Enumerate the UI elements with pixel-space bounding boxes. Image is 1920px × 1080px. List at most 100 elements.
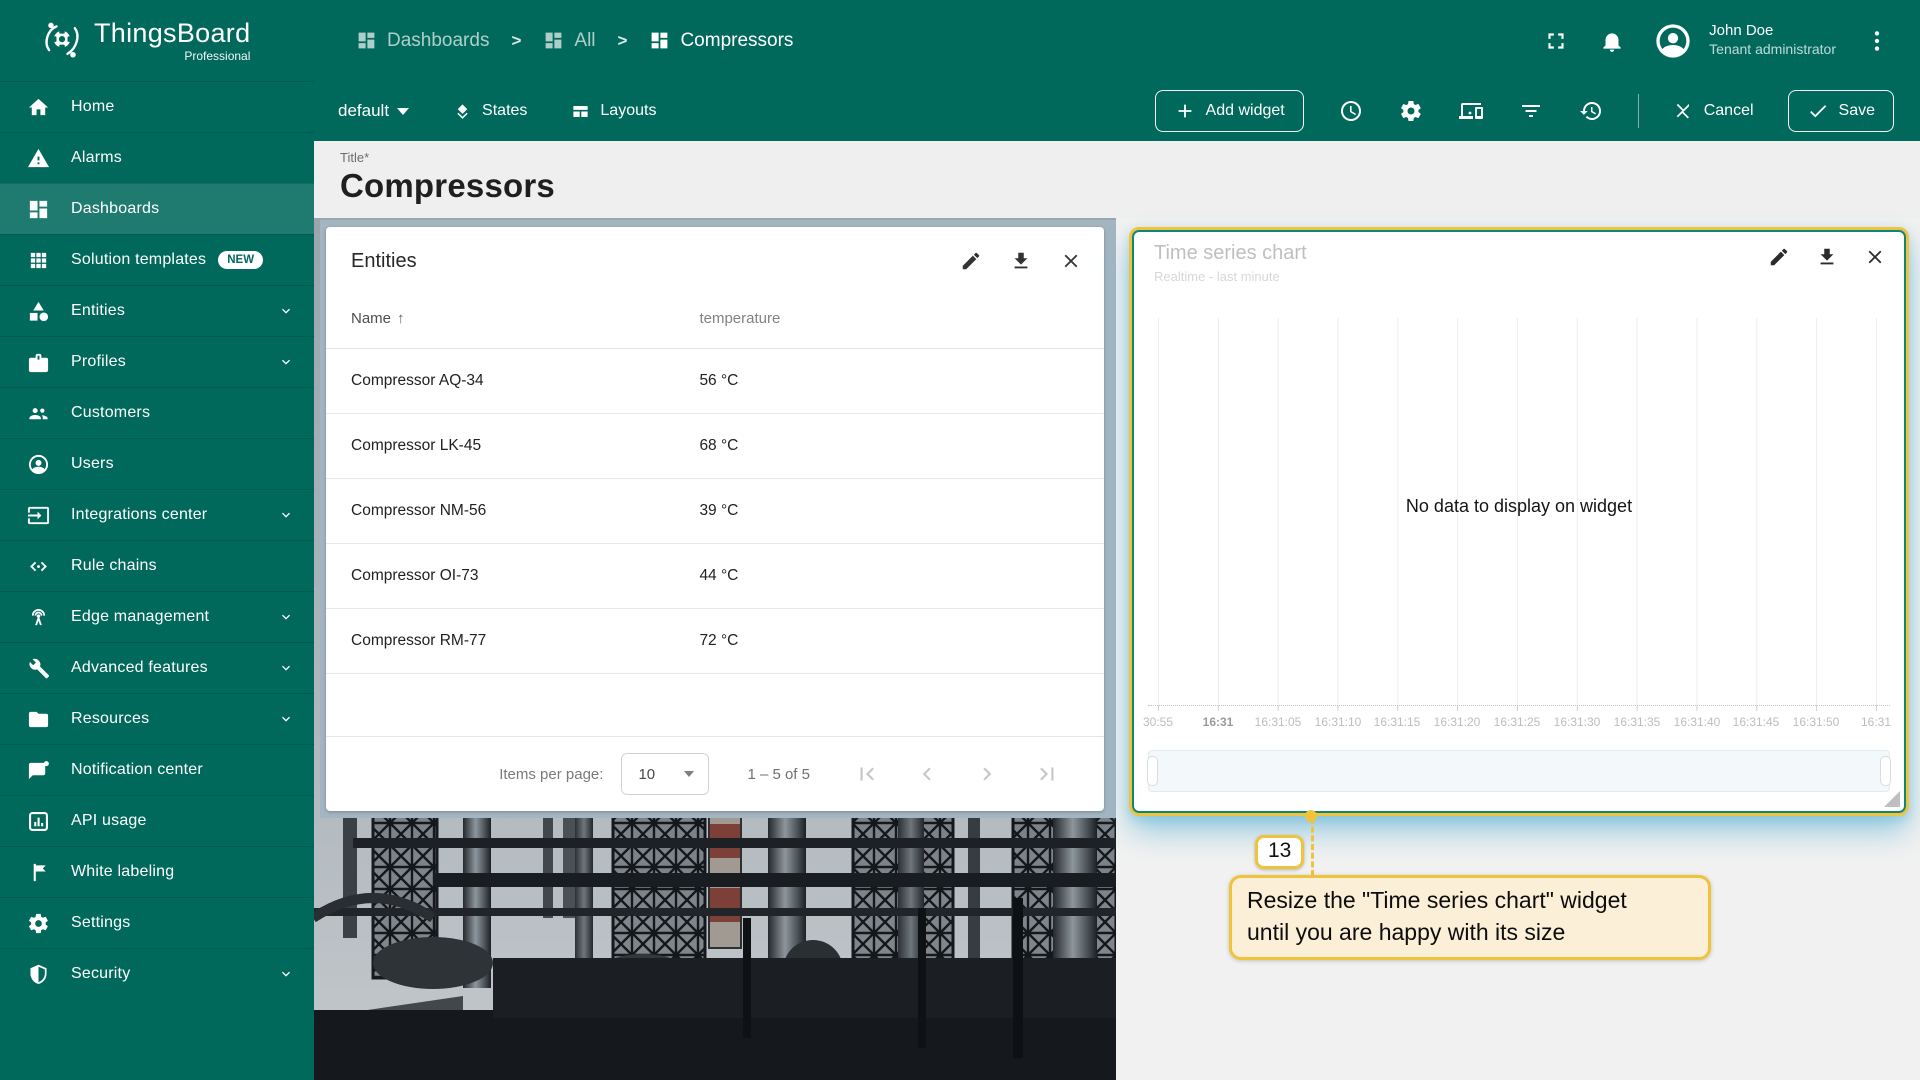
sort-ascending-icon[interactable]: ↑ [397, 310, 405, 327]
paginator-range-label: 1 – 5 of 5 [747, 766, 810, 783]
states-button[interactable]: States [453, 102, 527, 121]
callout-text-line1: Resize the "Time series chart" widget [1247, 884, 1693, 916]
dashboard-state-select[interactable]: default [338, 101, 409, 121]
chevron-down-icon [278, 354, 294, 370]
chevron-down-icon [397, 108, 409, 115]
brush-handle-right[interactable] [1880, 756, 1891, 786]
sidebar-item-api-usage[interactable]: API usage [0, 795, 314, 846]
entities-widget: Entities Name ↑ temperature Compressor A… [326, 227, 1104, 811]
x-axis-tick-label: 16:31:15 [1374, 715, 1421, 729]
remove-widget-close-icon[interactable] [1060, 250, 1082, 272]
sidebar-item-entities[interactable]: Entities [0, 285, 314, 336]
sidebar-item-dashboards[interactable]: Dashboards [0, 183, 314, 234]
dashboard-icon [649, 30, 670, 51]
sidebar-item-users[interactable]: Users [0, 438, 314, 489]
time-range-brush[interactable] [1148, 750, 1890, 792]
sidebar-item-white-labeling[interactable]: White labeling [0, 846, 314, 897]
x-axis-tick-label: 30:55 [1143, 715, 1173, 729]
annotation-connector-dot [1305, 810, 1317, 822]
chevron-down-icon [278, 966, 294, 982]
annotation-connector-line [1311, 818, 1314, 876]
timeseries-widget-title: Time series chart [1154, 242, 1307, 265]
entities-widget-container[interactable]: Entities Name ↑ temperature Compressor A… [320, 220, 1116, 818]
breadcrumb-dashboards[interactable]: Dashboards [356, 30, 489, 52]
first-page-icon[interactable] [854, 761, 880, 787]
table-row[interactable]: Compressor NM-56 39 °C [326, 479, 1104, 544]
kebab-menu-icon[interactable] [1862, 26, 1892, 56]
filter-icon[interactable] [1518, 98, 1544, 124]
column-header-name[interactable]: Name [351, 310, 391, 327]
sidebar-item-advanced-features[interactable]: Advanced features [0, 642, 314, 693]
previous-page-icon[interactable] [914, 761, 940, 787]
table-paginator: Items per page: 10 1 – 5 of 5 [326, 736, 1104, 811]
sidebar-item-notification-center[interactable]: Notification center [0, 744, 314, 795]
remove-widget-close-icon[interactable] [1864, 246, 1886, 268]
x-axis-tick-label: 16:31:20 [1434, 715, 1481, 729]
brush-handle-left[interactable] [1147, 756, 1158, 786]
sidebar-item-solution-templates[interactable]: Solution templates NEW [0, 234, 314, 285]
export-download-icon[interactable] [1816, 246, 1838, 268]
items-per-page-label: Items per page: [499, 766, 603, 783]
items-per-page-select[interactable]: 10 [621, 753, 709, 795]
dashboards-icon [27, 198, 50, 221]
edit-pencil-icon[interactable] [960, 250, 982, 272]
table-row[interactable]: Compressor RM-77 72 °C [326, 609, 1104, 674]
sidebar-item-alarms[interactable]: Alarms [0, 132, 314, 183]
sidebar-item-customers[interactable]: Customers [0, 387, 314, 438]
timewindow-clock-icon[interactable] [1338, 98, 1364, 124]
dashboard-title-field[interactable]: Title* Compressors [314, 141, 1920, 218]
breadcrumb-compressors[interactable]: Compressors [649, 30, 793, 52]
time-series-chart-widget[interactable]: Time series chart Realtime - last minute… [1129, 227, 1909, 816]
table-row[interactable]: Compressor AQ-34 56 °C [326, 349, 1104, 414]
sidebar-item-home[interactable]: Home [0, 81, 314, 132]
dashboard-settings-gear-icon[interactable] [1398, 98, 1424, 124]
chevron-down-icon [278, 507, 294, 523]
sidebar-item-profiles[interactable]: Profiles [0, 336, 314, 387]
chevron-down-icon [278, 303, 294, 319]
tools-icon [27, 657, 50, 680]
notifications-bell-icon[interactable] [1597, 26, 1627, 56]
x-axis-tick-label: 16:31:50 [1793, 715, 1840, 729]
sidebar-item-rule-chains[interactable]: Rule chains [0, 540, 314, 591]
export-download-icon[interactable] [1010, 250, 1032, 272]
breadcrumb-separator: > [618, 31, 628, 51]
folder-icon [27, 708, 50, 731]
next-page-icon[interactable] [974, 761, 1000, 787]
sidebar-item-resources[interactable]: Resources [0, 693, 314, 744]
badge-icon [27, 351, 50, 374]
brand-logo[interactable]: ThingsBoard Professional [0, 0, 314, 81]
cancel-button[interactable]: Cancel [1673, 100, 1754, 122]
fullscreen-icon[interactable] [1541, 26, 1571, 56]
last-page-icon[interactable] [1034, 761, 1060, 787]
breadcrumb-all[interactable]: All [543, 30, 595, 52]
x-axis-tick-label: 16:31:05 [1255, 715, 1302, 729]
sidebar-item-integrations-center[interactable]: Integrations center [0, 489, 314, 540]
x-axis-tick-label: 16:31:35 [1614, 715, 1661, 729]
table-row[interactable]: Compressor LK-45 68 °C [326, 414, 1104, 479]
dashboard-icon [356, 30, 377, 51]
sidebar-item-settings[interactable]: Settings [0, 897, 314, 948]
save-button[interactable]: Save [1788, 90, 1894, 132]
close-icon [1673, 100, 1695, 122]
edit-pencil-icon[interactable] [1768, 246, 1790, 268]
user-avatar[interactable] [1653, 21, 1693, 61]
entity-aliases-devices-icon[interactable] [1458, 98, 1484, 124]
timeseries-widget-subtitle: Realtime - last minute [1154, 269, 1307, 284]
add-widget-button[interactable]: Add widget [1155, 90, 1304, 132]
sidebar-item-edge-management[interactable]: Edge management [0, 591, 314, 642]
user-role: Tenant administrator [1709, 41, 1836, 59]
layouts-icon [571, 102, 590, 121]
toolbar-divider [1638, 94, 1639, 128]
table-row[interactable]: Compressor OI-73 44 °C [326, 544, 1104, 609]
resize-handle[interactable] [1884, 791, 1900, 807]
column-header-temperature[interactable]: temperature [699, 310, 780, 327]
layouts-button[interactable]: Layouts [571, 102, 656, 121]
tour-step-callout: Resize the "Time series chart" widget un… [1229, 875, 1711, 960]
dashboard-icon [543, 30, 564, 51]
version-history-icon[interactable] [1578, 98, 1604, 124]
x-axis-tick-label: 16:31:45 [1733, 715, 1780, 729]
top-header-bar: Dashboards > All > Compressors John Doe … [314, 0, 1920, 81]
chevron-down-icon [684, 771, 694, 777]
sidebar: ThingsBoard Professional Home Alarms Das… [0, 0, 314, 1080]
sidebar-item-security[interactable]: Security [0, 948, 314, 999]
